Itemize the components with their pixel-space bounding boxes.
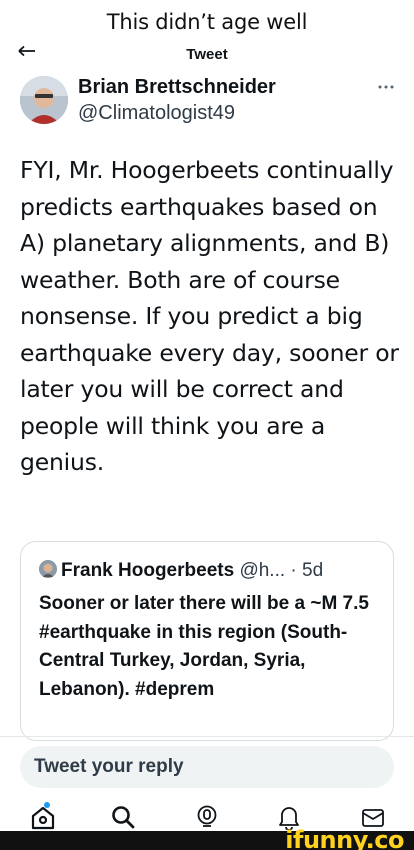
tweet-author: Brian Brettschneider @Climatologist49 — [20, 74, 400, 126]
quoted-tweet[interactable]: Frank Hoogerbeets @h... · 5d Sooner or l… — [20, 541, 394, 741]
home-icon[interactable] — [30, 804, 56, 830]
author-handle[interactable]: @Climatologist49 — [78, 102, 235, 125]
spaces-icon[interactable] — [194, 804, 220, 830]
reply-input[interactable]: Tweet your reply — [20, 746, 394, 788]
page-title: Tweet — [186, 46, 228, 63]
home-active-dot — [44, 802, 50, 808]
quoted-avatar — [39, 560, 57, 578]
avatar[interactable] — [20, 76, 68, 124]
quoted-author-name: Frank Hoogerbeets — [61, 560, 235, 581]
reply-placeholder: Tweet your reply — [34, 756, 184, 777]
top-bar: Tweet — [0, 44, 414, 64]
quoted-author-handle: @h... — [239, 560, 286, 581]
watermark: ifunny.co — [285, 826, 404, 850]
meme-caption: This didn’t age well — [106, 10, 308, 34]
more-horizontal-icon[interactable] — [378, 76, 394, 94]
quoted-tweet-age: · 5d — [290, 560, 324, 581]
quoted-tweet-text: Sooner or later there will be a ~M 7.5 #… — [39, 593, 369, 700]
quoted-tweet-header: Frank Hoogerbeets @h... · 5d — [39, 560, 384, 582]
divider — [0, 736, 414, 737]
tweet-text: FYI, Mr. Hoogerbeets continually predict… — [20, 156, 399, 476]
author-name[interactable]: Brian Brettschneider — [78, 76, 276, 99]
search-icon[interactable] — [110, 804, 136, 830]
